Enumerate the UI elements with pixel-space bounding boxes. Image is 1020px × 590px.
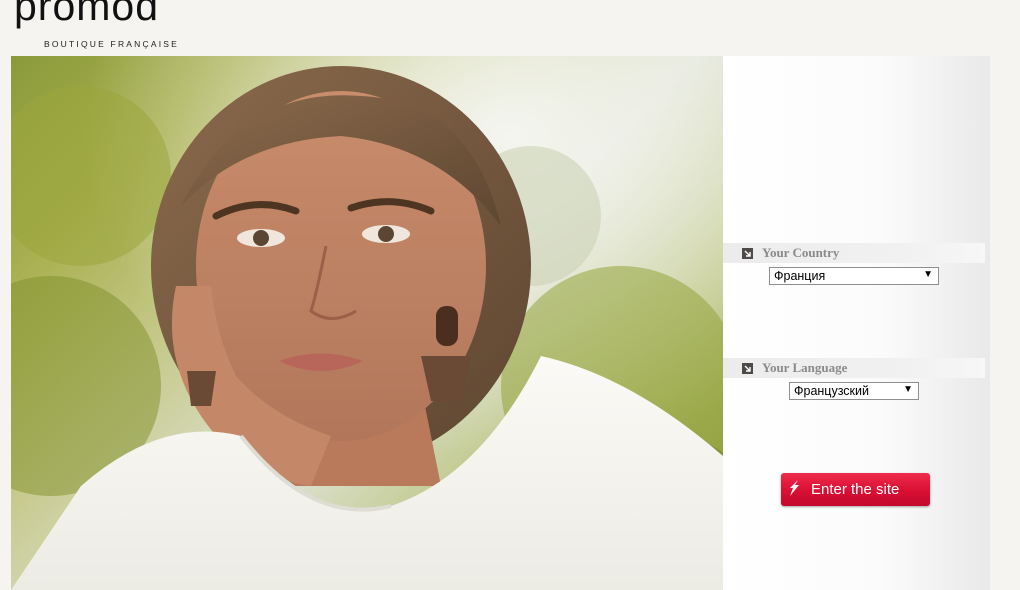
logo-tagline: BOUTIQUE FRANÇAISE xyxy=(44,39,180,49)
country-section-header: Your Country xyxy=(723,243,985,263)
page: promod BOUTIQUE FRANÇAISE Your Country Ф… xyxy=(0,0,1020,590)
dropdown-caret-icon: ▼ xyxy=(903,384,913,395)
dropdown-caret-icon: ▼ xyxy=(923,269,933,280)
language-selected-value: Французский xyxy=(794,384,869,398)
arrow-square-icon xyxy=(742,248,753,259)
language-label: Your Language xyxy=(762,360,848,375)
cursor-arrow-icon xyxy=(790,480,799,496)
arrow-square-icon xyxy=(742,363,753,374)
locale-selection-panel: Your Country Франция ▼ Your Language Фра… xyxy=(723,56,990,590)
language-section-header: Your Language xyxy=(723,358,985,378)
logo-wordmark: promod xyxy=(14,0,160,29)
country-selected-value: Франция xyxy=(774,269,826,283)
enter-site-button[interactable]: Enter the site xyxy=(781,473,930,506)
language-select[interactable]: Французский ▼ xyxy=(789,382,919,400)
country-label: Your Country xyxy=(762,245,840,260)
enter-site-label: Enter the site xyxy=(811,481,900,498)
brand-logo[interactable]: promod BOUTIQUE FRANÇAISE xyxy=(14,0,234,56)
hero-illustration xyxy=(11,56,723,590)
country-select[interactable]: Франция ▼ xyxy=(769,267,939,285)
hero-photo xyxy=(11,56,723,590)
